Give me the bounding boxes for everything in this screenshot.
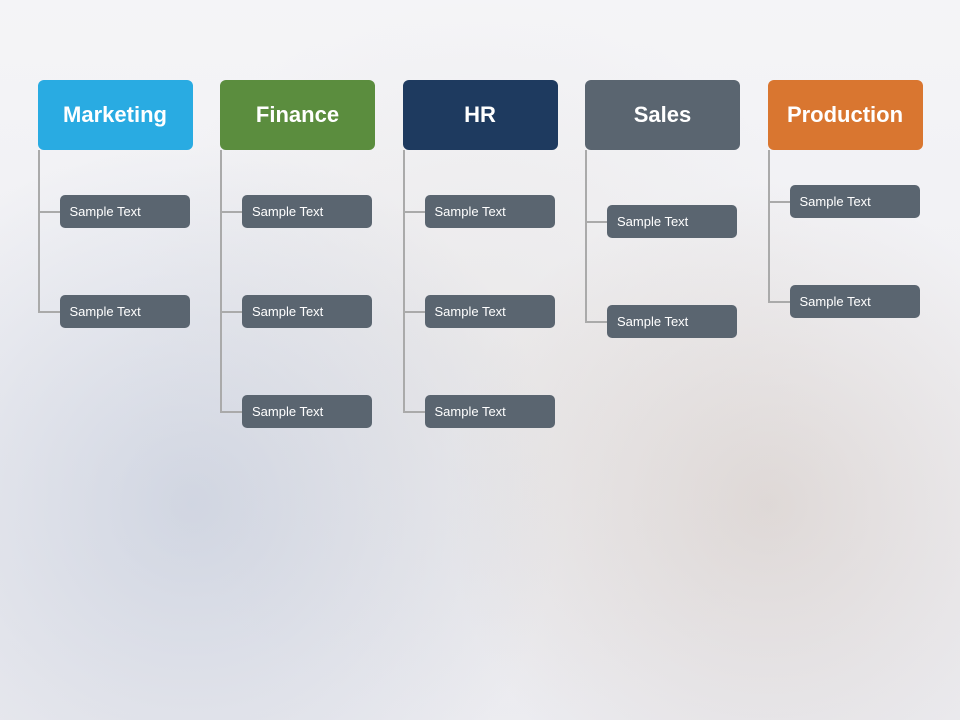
list-item: Sample Text bbox=[403, 195, 555, 228]
list-item: Sample Text bbox=[585, 305, 737, 338]
list-item: Sample Text bbox=[768, 185, 920, 218]
column-sales: Sales Sample Text Sample Text bbox=[578, 80, 748, 355]
list-item: Sample Text bbox=[768, 285, 920, 318]
header-hr: HR bbox=[403, 80, 558, 150]
list-item: Sample Text bbox=[220, 195, 372, 228]
list-item: Sample Text bbox=[585, 205, 737, 238]
node-box: Sample Text bbox=[790, 285, 920, 318]
node-box: Sample Text bbox=[790, 185, 920, 218]
node-box: Sample Text bbox=[425, 295, 555, 328]
column-finance: Finance Sample Text Sample Text Sample Text bbox=[213, 80, 383, 445]
column-hr: HR Sample Text Sample Text Sample Text bbox=[395, 80, 565, 445]
node-box: Sample Text bbox=[425, 395, 555, 428]
node-box: Sample Text bbox=[607, 305, 737, 338]
list-item: Sample Text bbox=[403, 295, 555, 328]
node-box: Sample Text bbox=[242, 395, 372, 428]
list-item: Sample Text bbox=[38, 295, 190, 328]
list-item: Sample Text bbox=[220, 395, 372, 428]
header-production: Production bbox=[768, 80, 923, 150]
header-sales: Sales bbox=[585, 80, 740, 150]
node-box: Sample Text bbox=[60, 195, 190, 228]
list-item: Sample Text bbox=[38, 195, 190, 228]
node-box: Sample Text bbox=[242, 295, 372, 328]
list-item: Sample Text bbox=[403, 395, 555, 428]
list-item: Sample Text bbox=[220, 295, 372, 328]
node-box: Sample Text bbox=[607, 205, 737, 238]
node-box: Sample Text bbox=[60, 295, 190, 328]
column-production: Production Sample Text Sample Text bbox=[760, 80, 930, 335]
header-finance: Finance bbox=[220, 80, 375, 150]
header-marketing: Marketing bbox=[38, 80, 193, 150]
node-box: Sample Text bbox=[242, 195, 372, 228]
node-box: Sample Text bbox=[425, 195, 555, 228]
column-marketing: Marketing Sample Text Sample Text bbox=[30, 80, 200, 345]
org-chart: Marketing Sample Text Sample Text Finance Sa… bbox=[20, 80, 940, 445]
